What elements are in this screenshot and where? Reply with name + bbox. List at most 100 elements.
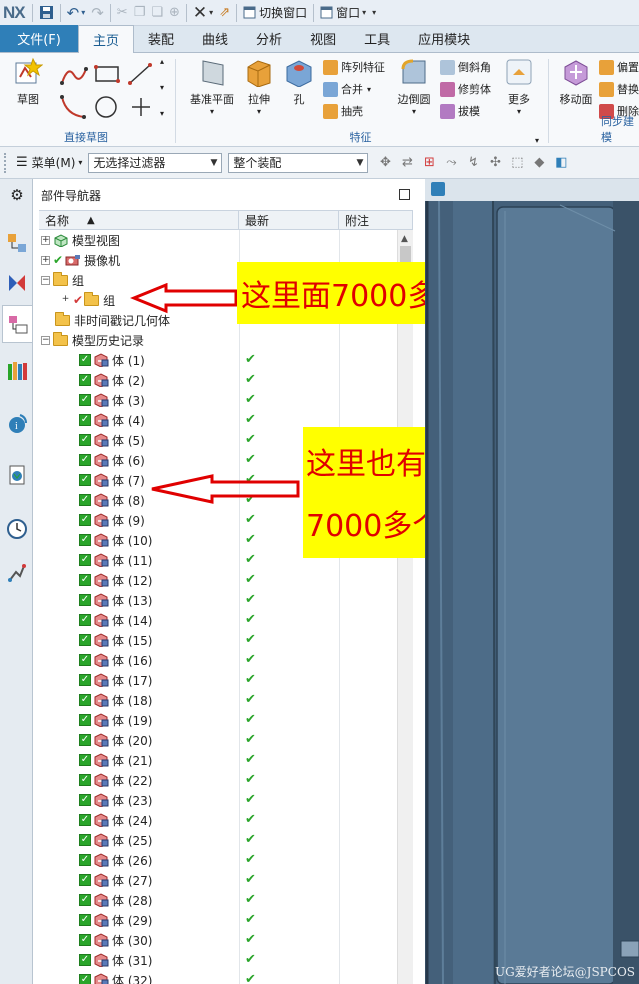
window-menu-button[interactable]: 窗口 ▾ [317, 2, 369, 24]
visibility-checkbox[interactable]: ✓ [79, 874, 91, 886]
tab-home[interactable]: 主页 [78, 25, 135, 53]
select-all-icon[interactable]: ✣ [487, 155, 503, 171]
visibility-checkbox[interactable]: ✓ [79, 474, 91, 486]
move-face-button[interactable]: 移动面 [553, 57, 599, 119]
replace-face-button[interactable]: 替换 [599, 79, 639, 99]
visibility-checkbox[interactable]: ✓ [79, 774, 91, 786]
visibility-checkbox[interactable]: ✓ [79, 374, 91, 386]
collapse-icon[interactable]: − [41, 335, 50, 345]
more-button[interactable]: 更多 ▾ [500, 57, 538, 119]
hd3d-tools-icon[interactable]: i [5, 411, 29, 435]
system-scene-icon[interactable] [5, 561, 29, 585]
constraint-navigator-icon[interactable] [5, 271, 29, 295]
customize-qab-icon[interactable]: ▾ [369, 2, 379, 24]
expand-icon[interactable]: + [41, 255, 50, 265]
tab-view[interactable]: 视图 [296, 25, 350, 52]
visibility-checkbox[interactable]: ✓ [79, 534, 91, 546]
tab-file[interactable]: 文件(F) [0, 25, 78, 52]
sketch-button[interactable]: 草图 [5, 57, 51, 119]
trim-body-button[interactable]: 修剪体 [440, 79, 491, 99]
tree-row-body[interactable]: ✓ 体 (12) ✔ [39, 570, 397, 590]
visibility-checkbox[interactable]: ✓ [79, 794, 91, 806]
selection-scope-select[interactable]: 整个装配 ▼ [228, 152, 369, 173]
tree-row-body[interactable]: ✓ 体 (3) ✔ [39, 390, 397, 410]
selection-intent-icon[interactable]: ⤳ [443, 155, 459, 171]
undo-icon[interactable]: ↶ ▾ [64, 2, 89, 24]
tree-row-model-views[interactable]: + 模型视图 [39, 230, 397, 250]
save-icon[interactable] [36, 2, 57, 24]
column-name[interactable]: 名称 ▲ [39, 211, 239, 229]
edge-blend-button[interactable]: 边倒圆 ▾ [391, 57, 437, 119]
rectangle-select-icon[interactable]: ⬚ [509, 155, 525, 171]
history-icon[interactable] [5, 517, 29, 541]
hole-button[interactable]: 孔 [276, 57, 322, 119]
tree-row-body[interactable]: ✓ 体 (23) ✔ [39, 790, 397, 810]
redo-icon[interactable]: ↷ [88, 2, 107, 24]
copy-icon[interactable]: ❐ [131, 2, 149, 24]
assembly-navigation-icon[interactable]: ⇄ [399, 155, 415, 171]
visibility-checkbox[interactable]: ✓ [79, 934, 91, 946]
tree-row-body[interactable]: ✓ 体 (20) ✔ [39, 730, 397, 750]
tab-analysis[interactable]: 分析 [242, 25, 296, 52]
paste-special-icon[interactable]: ⊕ [166, 2, 183, 24]
visibility-checkbox[interactable]: ✓ [79, 894, 91, 906]
graphics-window[interactable]: UG爱好者论坛@JSPCOS [425, 179, 639, 984]
delete-icon[interactable]: ✕ ▾ [190, 2, 216, 24]
expand-icon[interactable]: + [41, 235, 50, 245]
general-selection-icon[interactable]: ✥ [377, 155, 393, 171]
cut-icon[interactable]: ✂ [114, 2, 131, 24]
unite-button[interactable]: 合并 ▾ [323, 79, 371, 99]
switch-window-button[interactable]: 切换窗口 [240, 2, 310, 24]
tree-row-body[interactable]: ✓ 体 (28) ✔ [39, 890, 397, 910]
tree-row-body[interactable]: ✓ 体 (19) ✔ [39, 710, 397, 730]
tree-row-body[interactable]: ✓ 体 (22) ✔ [39, 770, 397, 790]
expand-icon[interactable]: + [61, 294, 70, 305]
visibility-checkbox[interactable]: ✓ [79, 554, 91, 566]
visibility-checkbox[interactable]: ✓ [79, 594, 91, 606]
visibility-checkbox[interactable]: ✓ [79, 654, 91, 666]
visibility-checkbox[interactable]: ✓ [79, 634, 91, 646]
tree-row-body[interactable]: ✓ 体 (15) ✔ [39, 630, 397, 650]
visibility-checkbox[interactable]: ✓ [79, 394, 91, 406]
gear-icon[interactable]: ⚙ [5, 183, 29, 207]
tree-row-model-history[interactable]: − 模型历史记录 [39, 330, 397, 350]
visibility-checkbox[interactable]: ✓ [79, 694, 91, 706]
visibility-checkbox[interactable]: ✓ [79, 914, 91, 926]
gallery-expand-icon[interactable]: ▾ [160, 109, 164, 118]
visibility-checkbox[interactable]: ✓ [79, 714, 91, 726]
tree-row-body[interactable]: ✓ 体 (21) ✔ [39, 750, 397, 770]
tree-row-body[interactable]: ✓ 体 (16) ✔ [39, 650, 397, 670]
scroll-up-icon[interactable]: ▲ [401, 234, 408, 244]
tab-applications[interactable]: 应用模块 [404, 25, 484, 52]
visibility-checkbox[interactable]: ✓ [79, 834, 91, 846]
paste-icon[interactable]: ❏ [148, 2, 166, 24]
tab-tools[interactable]: 工具 [350, 25, 404, 52]
tree-row-body[interactable]: ✓ 体 (25) ✔ [39, 830, 397, 850]
navigator-scrollbar[interactable]: ▲ [397, 230, 413, 984]
tree-row-body[interactable]: ✓ 体 (14) ✔ [39, 610, 397, 630]
gallery-up-icon[interactable]: ▴ [160, 57, 164, 66]
assembly-navigator-icon[interactable] [5, 231, 29, 255]
tree-row-body[interactable]: ✓ 体 (27) ✔ [39, 870, 397, 890]
menu-button[interactable]: ☰ 菜单(M) ▾ [10, 154, 88, 171]
tree-row-body[interactable]: ✓ 体 (24) ✔ [39, 810, 397, 830]
tree-row-body[interactable]: ✓ 体 (17) ✔ [39, 670, 397, 690]
type-filter-select[interactable]: 无选择过滤器 ▼ [88, 152, 223, 173]
visibility-checkbox[interactable]: ✓ [79, 974, 91, 984]
maximize-icon[interactable] [399, 189, 410, 200]
group-options-icon[interactable]: ▾ [535, 136, 539, 145]
visibility-checkbox[interactable]: ✓ [79, 354, 91, 366]
pattern-feature-button[interactable]: 阵列特征 [323, 57, 385, 77]
visibility-checkbox[interactable]: ✓ [79, 434, 91, 446]
curve-rule-icon[interactable]: ↯ [465, 155, 481, 171]
visibility-checkbox[interactable]: ✓ [79, 454, 91, 466]
repeat-command-icon[interactable]: ⇗ [216, 2, 233, 24]
visibility-checkbox[interactable]: ✓ [79, 674, 91, 686]
tree-row-body[interactable]: ✓ 体 (13) ✔ [39, 590, 397, 610]
tree-row-body[interactable]: ✓ 体 (18) ✔ [39, 690, 397, 710]
tab-curve[interactable]: 曲线 [188, 25, 242, 52]
reuse-library-icon[interactable] [5, 359, 29, 383]
shell-button[interactable]: 抽壳 [323, 101, 363, 121]
chamfer-button[interactable]: 倒斜角 [440, 57, 491, 77]
snap-point-icon[interactable]: ⊞ [421, 155, 437, 171]
